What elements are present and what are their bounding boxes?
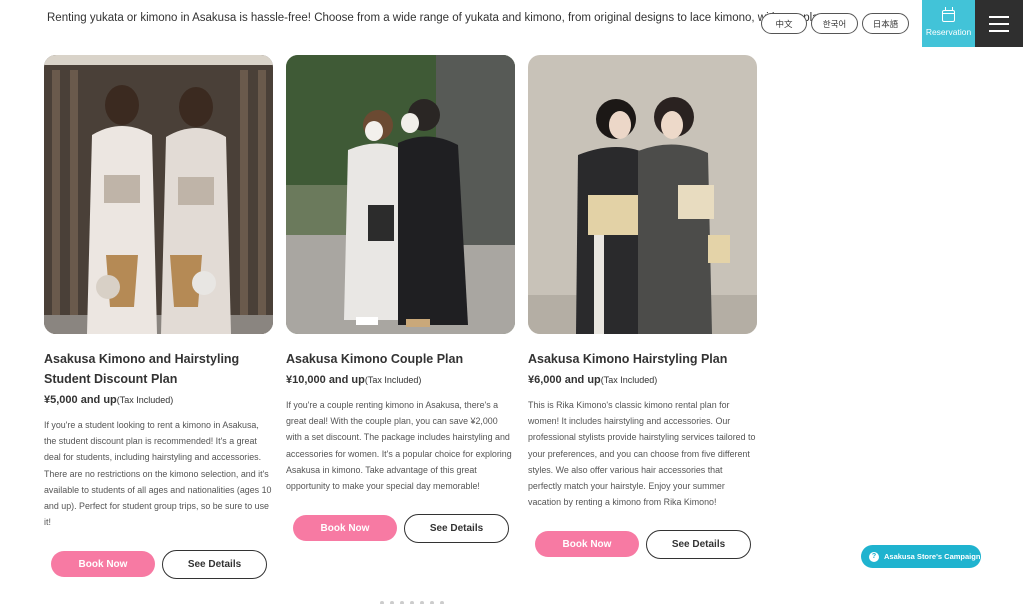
plan-price: ¥6,000 and up(Tax Included) [528,374,658,386]
book-now-button[interactable]: Book Now [535,531,639,557]
book-now-button[interactable]: Book Now [51,551,155,577]
plan-card-student: Asakusa Kimono and Hairstyling Student D… [44,55,273,579]
header: Renting yukata or kimono in Asakusa is h… [0,0,1023,48]
reservation-label: Reservation [925,27,972,37]
plan-title: Asakusa Kimono and Hairstyling Student D… [44,352,240,386]
see-details-button[interactable]: See Details [162,550,267,579]
plan-photo-student [44,55,273,334]
see-details-button[interactable]: See Details [404,514,509,543]
plan-card-couple: Asakusa Kimono Couple Plan ¥10,000 and u… [286,55,515,543]
plan-title: Asakusa Kimono Hairstyling Plan [528,352,728,366]
plan-title: Asakusa Kimono Couple Plan [286,352,464,366]
plan-description: This is Rika Kimono's classic kimono ren… [528,400,756,508]
see-details-button[interactable]: See Details [646,530,751,559]
reservation-button[interactable]: Reservation [922,0,975,47]
plan-description: If you're a couple renting kimono in Asa… [286,400,512,492]
store-campaign-button[interactable]: ? Asakusa Store's Campaign [861,545,981,568]
language-chinese-button[interactable]: 中文 [761,13,807,34]
hamburger-menu-icon [989,15,1009,18]
plan-card-hairstyling: Asakusa Kimono Hairstyling Plan ¥6,000 a… [528,55,757,559]
hamburger-menu-button[interactable] [975,0,1023,47]
campaign-label: Asakusa Store's Campaign [884,552,981,561]
plan-photo-couple [286,55,515,334]
language-korean-button[interactable]: 한국어 [811,13,858,34]
plan-price: ¥5,000 and up(Tax Included) [44,394,174,406]
calendar-icon [942,7,955,22]
language-japanese-button[interactable]: 日本語 [862,13,909,34]
question-icon: ? [869,551,879,562]
plan-photo-hairstyling [528,55,757,334]
plan-price: ¥10,000 and up(Tax Included) [286,374,422,386]
intro-text: Renting yukata or kimono in Asakusa is h… [47,12,829,24]
book-now-button[interactable]: Book Now [293,515,397,541]
plan-description: If you're a student looking to rent a ki… [44,420,272,528]
